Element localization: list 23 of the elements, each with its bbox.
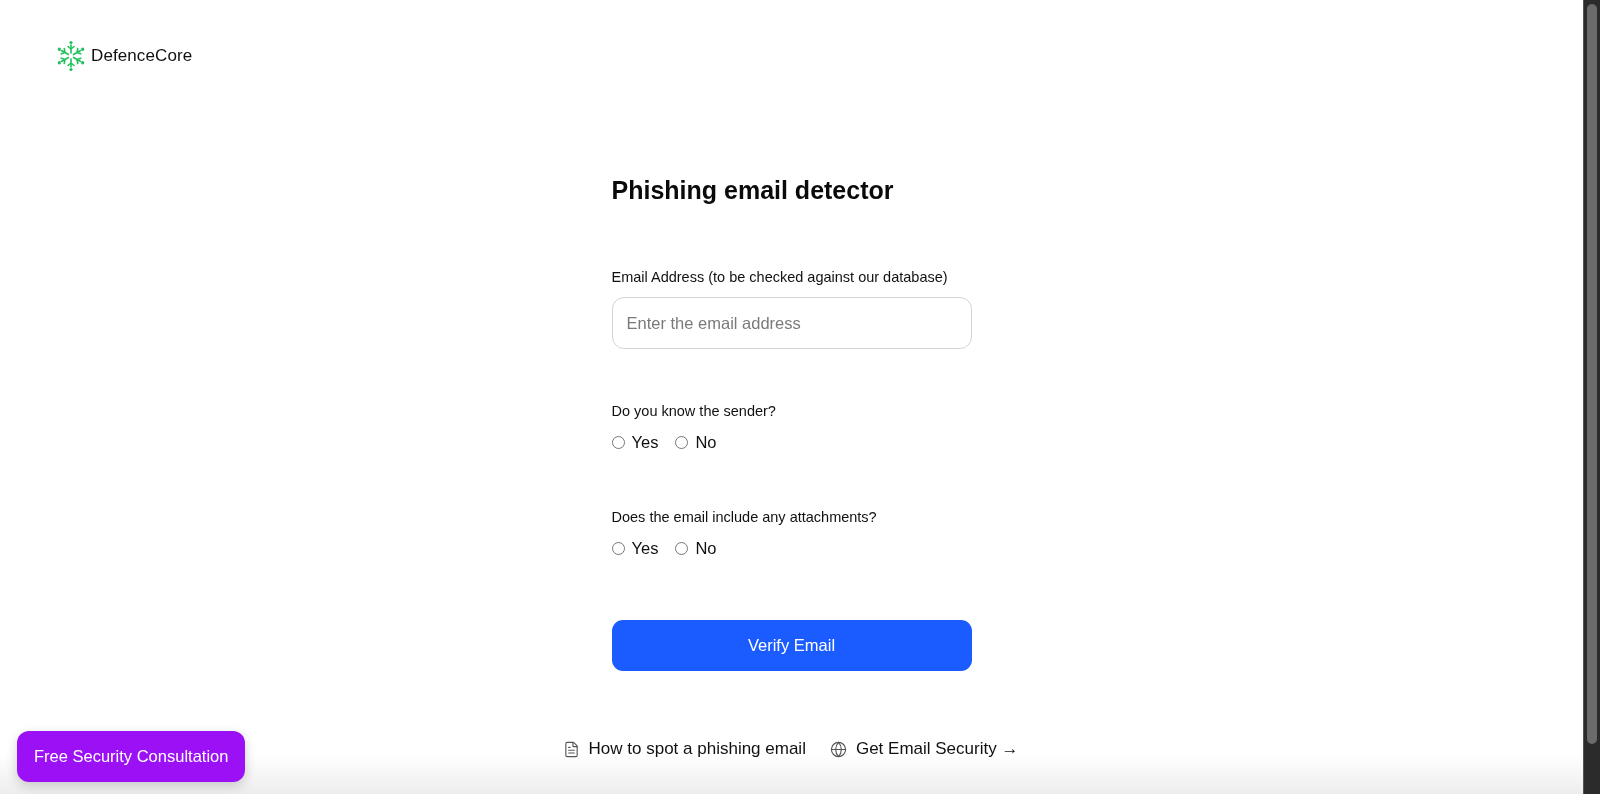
field-label: Email Address (to be checked against our database) (611, 268, 949, 287)
radio-label: No (695, 432, 717, 453)
question-label: Do you know the sender? (611, 402, 777, 421)
brand-name: DefenceCore (91, 46, 193, 66)
verify-button[interactable]: Verify Email (611, 620, 972, 671)
scrollbar[interactable] (1583, 0, 1600, 794)
document-icon (562, 740, 580, 758)
question-label: Does the email include any attachments? (611, 508, 878, 527)
radio-button[interactable] (675, 435, 689, 449)
radio-label: Yes (631, 432, 659, 453)
radio-label: No (695, 538, 717, 559)
consultation-button[interactable]: Free Security Consultation (17, 731, 246, 782)
radio-button[interactable] (611, 541, 625, 555)
globe-icon (829, 740, 847, 758)
radio-label: Yes (631, 538, 659, 559)
radio-button[interactable] (611, 435, 625, 449)
email-input[interactable]: Enter the email address (611, 297, 972, 349)
footer-link[interactable]: Get Email Security → (829, 737, 1019, 761)
radio-button[interactable] (675, 541, 689, 555)
page-title: Phishing email detector (611, 175, 895, 205)
logo-icon (56, 40, 86, 72)
footer-link[interactable]: How to spot a phishing email (562, 737, 806, 761)
scrollbar-thumb[interactable] (1587, 4, 1597, 744)
